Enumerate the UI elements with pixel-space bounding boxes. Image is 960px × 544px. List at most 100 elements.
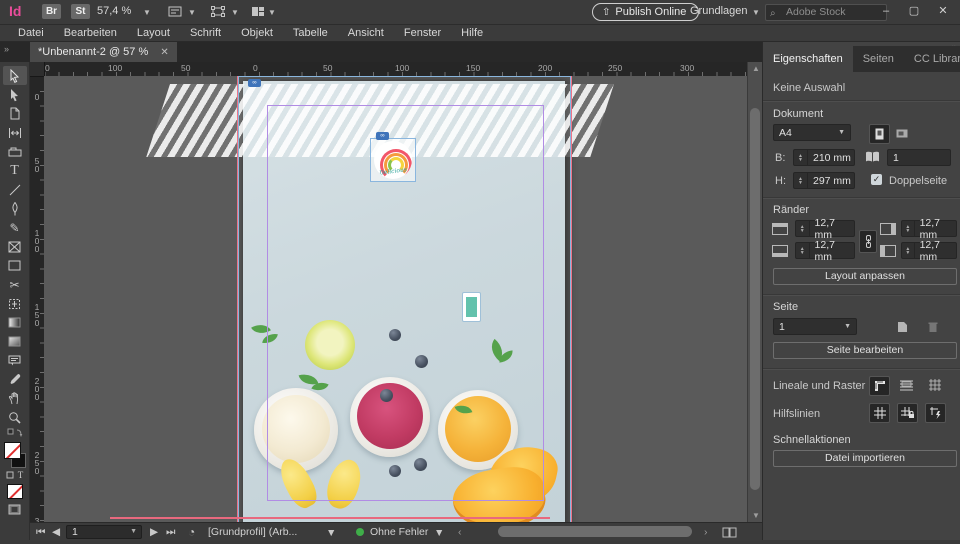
close-button[interactable]: ✕	[929, 0, 957, 22]
menu-item-fenster[interactable]: Fenster	[394, 27, 451, 39]
menu-item-schrift[interactable]: Schrift	[180, 27, 231, 39]
vertical-ruler[interactable]: 0 50 100 150 200 250 3	[30, 76, 45, 522]
hand-tool[interactable]	[3, 389, 27, 408]
smart-guides-icon[interactable]	[925, 403, 946, 423]
preflight-profile-label[interactable]: [Grundprofil] (Arb...	[208, 523, 297, 541]
workspace-switcher[interactable]: Grundlagen	[690, 5, 748, 17]
page-number-field[interactable]: 1 ▼	[66, 525, 142, 539]
margin-top-field[interactable]: ▲ ▼ 12,7 mm	[795, 217, 855, 241]
bridge-button[interactable]: Br	[42, 4, 61, 19]
margin-outside-stepper[interactable]: ▲ ▼	[902, 243, 915, 258]
menu-item-ansicht[interactable]: Ansicht	[338, 27, 394, 39]
link-badge-icon[interactable]: ∞	[376, 132, 389, 140]
pencil-tool[interactable]: ✎	[3, 218, 27, 237]
menu-item-hilfe[interactable]: Hilfe	[451, 27, 493, 39]
screen-mode-icon[interactable]	[208, 4, 228, 20]
new-page-icon[interactable]	[893, 318, 912, 336]
height-field[interactable]: ▲ ▼ 297 mm	[793, 172, 855, 189]
edit-page-button[interactable]: Seite bearbeiten	[773, 342, 957, 359]
zoom-level-value[interactable]: 57,4 %	[97, 5, 131, 17]
scroll-down-icon[interactable]: ▼	[752, 511, 760, 520]
width-stepper[interactable]: ▲ ▼	[794, 150, 808, 165]
adjust-layout-button[interactable]: Layout anpassen	[773, 268, 957, 285]
gradient-swatch-tool[interactable]	[3, 313, 27, 332]
guides-toggle-icon[interactable]	[869, 403, 890, 423]
panel-tab-cc-librari[interactable]: CC Librari	[904, 46, 960, 72]
last-page-button[interactable]: ⏭	[166, 523, 175, 541]
horizontal-scroll-thumb[interactable]	[498, 526, 692, 537]
preflight-icon[interactable]: ◔	[188, 523, 195, 541]
margin-bottom-field[interactable]: ▲ ▼ 12,7 mm	[795, 239, 855, 263]
horizontal-ruler[interactable]: 0100500501001502002503003	[30, 62, 747, 77]
portrait-orientation-button[interactable]	[869, 124, 890, 144]
zoom-tool[interactable]	[3, 408, 27, 427]
eyedropper-tool[interactable]	[3, 370, 27, 389]
vertical-scroll-thumb[interactable]	[750, 108, 760, 490]
gradient-feather-tool[interactable]	[3, 332, 27, 351]
first-page-button[interactable]: ⏮	[36, 523, 45, 541]
margin-top-stepper[interactable]: ▲ ▼	[796, 221, 810, 236]
scroll-up-icon[interactable]: ▲	[752, 64, 760, 73]
view-options-icon[interactable]	[165, 4, 185, 20]
type-tool[interactable]: T	[3, 161, 27, 180]
minimize-button[interactable]: –	[872, 0, 900, 22]
publish-online-button[interactable]: ⇧ Publish Online	[592, 3, 700, 21]
delete-page-icon[interactable]	[923, 318, 942, 336]
zoom-dropdown-chevron-icon[interactable]: ▼	[143, 8, 151, 17]
swap-fill-stroke-icon[interactable]	[3, 427, 27, 439]
arrange-documents-icon[interactable]	[248, 4, 268, 20]
landscape-orientation-button[interactable]	[892, 124, 911, 142]
lock-guides-icon[interactable]	[897, 403, 918, 423]
preflight-status-label[interactable]: Ohne Fehler	[370, 523, 428, 541]
page-field-chevron-icon[interactable]: ▼	[130, 526, 137, 538]
menu-item-datei[interactable]: Datei	[8, 27, 54, 39]
document-tab[interactable]: *Unbenannt-2 @ 57 % ✕	[30, 42, 177, 62]
note-tool[interactable]	[3, 351, 27, 370]
document-grid-icon[interactable]	[925, 376, 944, 394]
logo-frame[interactable]: Delicious	[370, 138, 416, 182]
margin-bottom-stepper[interactable]: ▲ ▼	[796, 243, 810, 258]
view-options-chevron-icon[interactable]: ▼	[188, 8, 196, 17]
maximize-button[interactable]: ▢	[900, 0, 928, 22]
formatting-affects-toggle[interactable]: T	[3, 468, 27, 481]
import-file-button[interactable]: Datei importieren	[773, 450, 957, 467]
panel-tab-seiten[interactable]: Seiten	[853, 46, 904, 72]
ruler-origin-corner[interactable]	[30, 62, 45, 77]
scroll-left-icon[interactable]: ‹	[458, 523, 462, 541]
rulers-toggle-icon[interactable]	[869, 376, 890, 396]
page-tool[interactable]	[3, 104, 27, 123]
smartphone-graphic[interactable]	[462, 292, 481, 322]
screen-mode-chevron-icon[interactable]: ▼	[231, 8, 239, 17]
menu-item-tabelle[interactable]: Tabelle	[283, 27, 338, 39]
previous-page-button[interactable]: ◀	[52, 523, 60, 541]
arrange-documents-chevron-icon[interactable]: ▼	[268, 8, 276, 17]
spread-view-icon[interactable]	[722, 523, 738, 541]
menu-item-bearbeiten[interactable]: Bearbeiten	[54, 27, 127, 39]
content-collector-tool[interactable]	[3, 142, 27, 161]
stock-button[interactable]: St	[71, 4, 90, 19]
preflight-profile-chevron-icon[interactable]: ▼	[326, 524, 336, 542]
menu-item-objekt[interactable]: Objekt	[231, 27, 283, 39]
tools-collapse-icon[interactable]: »	[4, 44, 9, 54]
gap-tool[interactable]	[3, 123, 27, 142]
selection-tool[interactable]	[2, 66, 27, 85]
next-page-button[interactable]: ▶	[150, 523, 158, 541]
rectangle-tool[interactable]	[3, 256, 27, 275]
line-tool[interactable]	[3, 180, 27, 199]
link-margins-icon[interactable]	[859, 230, 877, 253]
pen-tool[interactable]	[3, 199, 27, 218]
margin-outside-field[interactable]: ▲ ▼ 12,7 mm	[901, 239, 957, 263]
fill-swatch[interactable]	[3, 442, 21, 459]
vertical-scrollbar[interactable]: ▲ ▼	[747, 62, 763, 522]
tab-close-icon[interactable]: ✕	[160, 47, 168, 58]
direct-selection-tool[interactable]	[3, 85, 27, 104]
margin-inside-stepper[interactable]: ▲ ▼	[902, 221, 915, 236]
scissors-tool[interactable]: ✂	[3, 275, 27, 294]
page-size-select[interactable]: A4 ▼	[773, 124, 851, 141]
screen-mode-tool[interactable]	[3, 500, 27, 519]
pages-count-field[interactable]: 1	[887, 149, 951, 166]
height-stepper[interactable]: ▲ ▼	[794, 173, 808, 188]
facing-pages-checkbox[interactable]: ✓	[871, 174, 882, 185]
menu-item-layout[interactable]: Layout	[127, 27, 180, 39]
adobe-stock-search-input[interactable]: ⌕ Adobe Stock	[765, 4, 887, 21]
